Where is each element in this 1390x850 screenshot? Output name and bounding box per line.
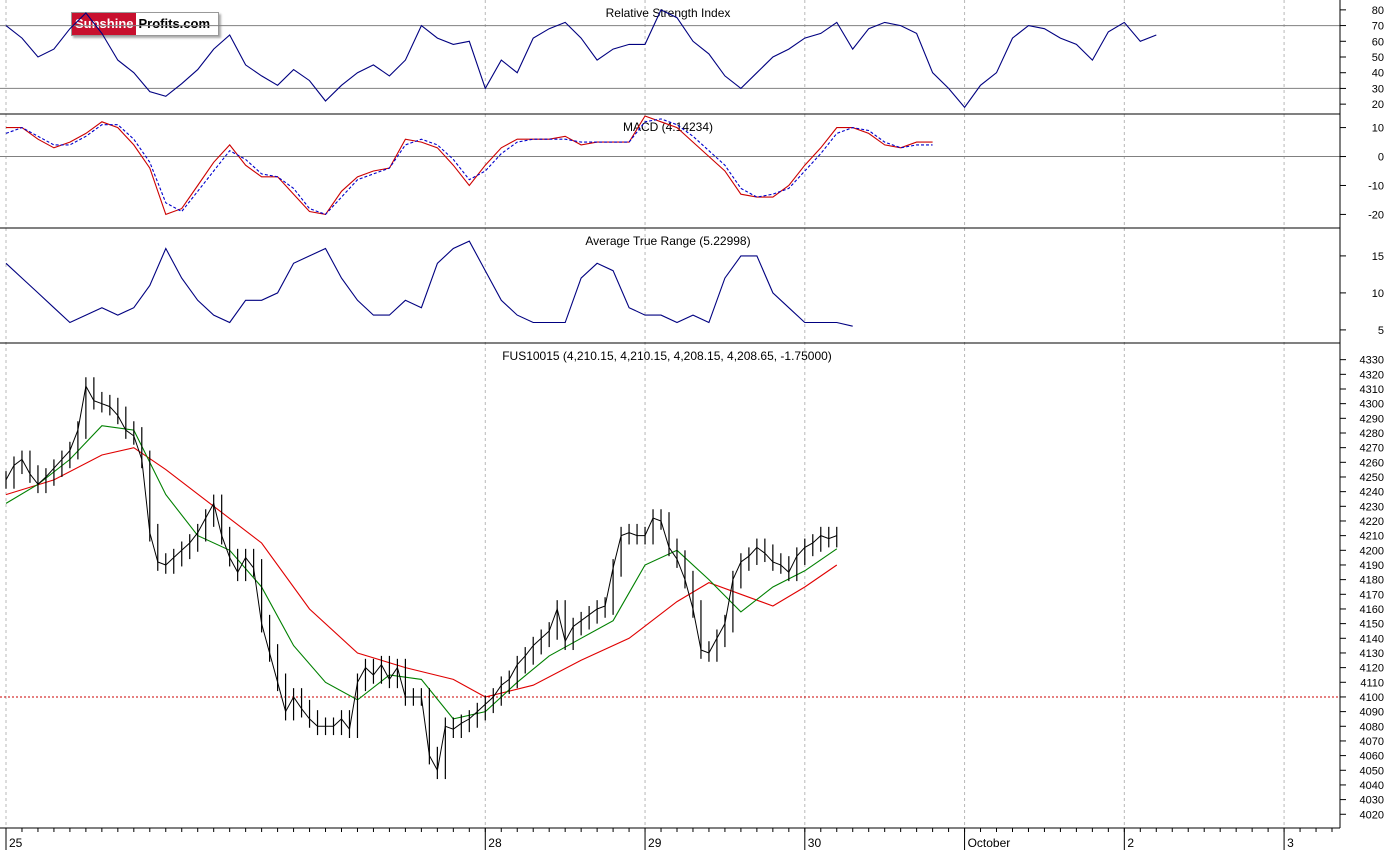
indicator-series-line (5, 9, 1157, 109)
y-tick-label: 4190 (1360, 560, 1384, 572)
x-tick-label: 25 (9, 836, 23, 850)
y-tick-label: 4020 (1360, 809, 1384, 821)
y-tick-label: 4070 (1360, 736, 1384, 748)
y-tick-label: 15 (1372, 251, 1384, 263)
y-tick-label: 10 (1372, 288, 1384, 300)
y-tick-label: 4060 (1360, 751, 1384, 763)
y-tick-label: 4250 (1360, 472, 1384, 484)
y-tick-label: 0 (1378, 152, 1384, 164)
y-tick-label: 4100 (1360, 692, 1384, 704)
x-tick-label: 28 (488, 836, 502, 850)
y-tick-label: 4150 (1360, 619, 1384, 631)
x-tick-label: 3 (1287, 836, 1294, 850)
x-tick-label: 2 (1127, 836, 1134, 850)
y-tick-label: 4270 (1360, 443, 1384, 455)
y-tick-label: -20 (1368, 209, 1384, 221)
y-tick-label: 4210 (1360, 531, 1384, 543)
y-tick-label: 4160 (1360, 604, 1384, 616)
y-tick-label: 4200 (1360, 545, 1384, 557)
y-tick-label: 4230 (1360, 501, 1384, 513)
y-tick-label: -10 (1368, 180, 1384, 192)
y-tick-label: 70 (1372, 21, 1384, 33)
y-tick-label: 4140 (1360, 633, 1384, 645)
y-tick-label: 20 (1372, 99, 1384, 111)
y-tick-label: 4320 (1360, 369, 1384, 381)
y-tick-label: 10 (1372, 123, 1384, 135)
y-tick-label: 4110 (1360, 677, 1384, 689)
y-tick-label: 4310 (1360, 384, 1384, 396)
y-tick-label: 4120 (1360, 663, 1384, 675)
y-tick-label: 4300 (1360, 399, 1384, 411)
y-tick-label: 80 (1372, 5, 1384, 17)
indicator-series-line (5, 240, 853, 327)
y-tick-label: 4080 (1360, 721, 1384, 733)
panel-title: Average True Range (5.22998) (585, 234, 750, 248)
indicator-series-line (6, 115, 933, 216)
y-tick-label: 4170 (1360, 589, 1384, 601)
y-tick-label: 40 (1372, 68, 1384, 80)
y-tick-label: 4180 (1360, 575, 1384, 587)
chart-canvas: 20304050607080Relative Strength Index-20… (0, 0, 1384, 850)
y-tick-label: 4260 (1360, 457, 1384, 469)
y-tick-label: 4090 (1360, 707, 1384, 719)
y-tick-label: 4290 (1360, 413, 1384, 425)
short-moving-average-line (5, 425, 838, 720)
y-tick-label: 4240 (1360, 487, 1384, 499)
y-tick-label: 4220 (1360, 516, 1384, 528)
x-tick-label: 29 (648, 836, 662, 850)
long-moving-average-line (5, 447, 838, 698)
y-tick-label: 50 (1372, 52, 1384, 64)
y-tick-label: 4040 (1360, 780, 1384, 792)
y-tick-label: 5 (1378, 325, 1384, 337)
x-tick-label: 30 (808, 836, 822, 850)
panel-title: FUS10015 (4,210.15, 4,210.15, 4,208.15, … (502, 349, 832, 363)
y-tick-label: 4280 (1360, 428, 1384, 440)
x-tick-label: October (968, 836, 1011, 850)
indicator-series-line (5, 118, 933, 216)
y-tick-label: 4030 (1360, 795, 1384, 807)
y-tick-label: 30 (1372, 83, 1384, 95)
y-tick-label: 4050 (1360, 765, 1384, 777)
y-tick-label: 4130 (1360, 648, 1384, 660)
y-tick-label: 60 (1372, 36, 1384, 48)
y-tick-label: 4330 (1360, 355, 1384, 367)
price-close-line (5, 384, 837, 772)
